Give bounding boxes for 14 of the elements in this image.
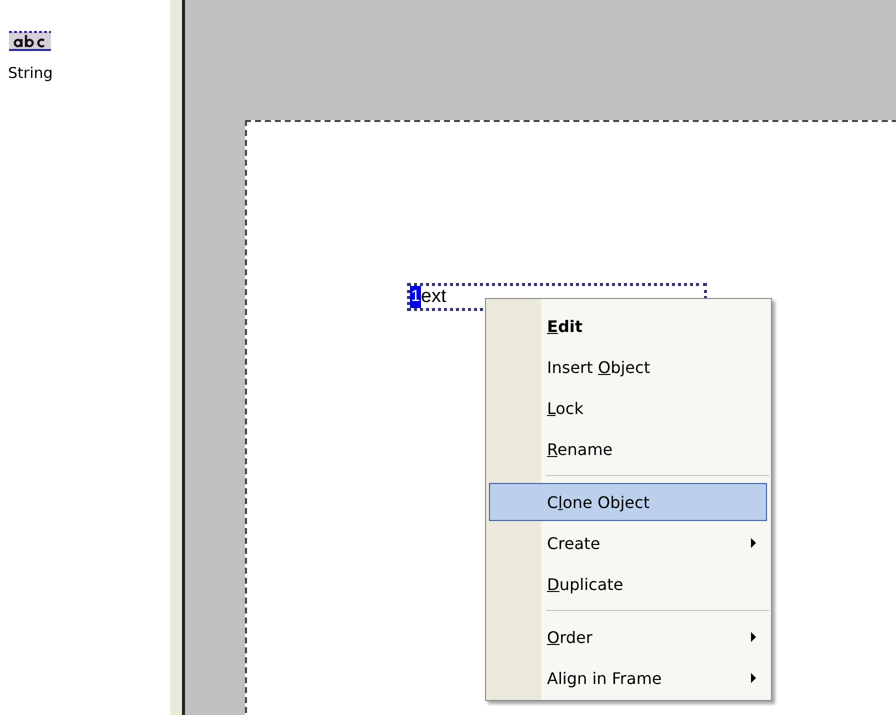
splitter-bar[interactable] xyxy=(170,0,185,715)
menu-item[interactable]: Lock xyxy=(489,389,767,427)
menu-item[interactable]: Create xyxy=(489,524,767,562)
tool-label: String xyxy=(8,64,53,82)
menu-item[interactable]: Duplicate xyxy=(489,565,767,603)
menu-item[interactable]: Clone Object xyxy=(489,483,767,521)
string-tool-icon[interactable] xyxy=(8,30,52,52)
menu-item[interactable]: Insert Object xyxy=(489,348,767,386)
menu-item[interactable]: Align in Frame xyxy=(489,659,767,697)
menu-item[interactable]: Rename xyxy=(489,430,767,468)
menu-item[interactable]: Order xyxy=(489,618,767,656)
submenu-arrow-icon xyxy=(751,632,756,642)
submenu-arrow-icon xyxy=(751,538,756,548)
submenu-arrow-icon xyxy=(751,673,756,683)
